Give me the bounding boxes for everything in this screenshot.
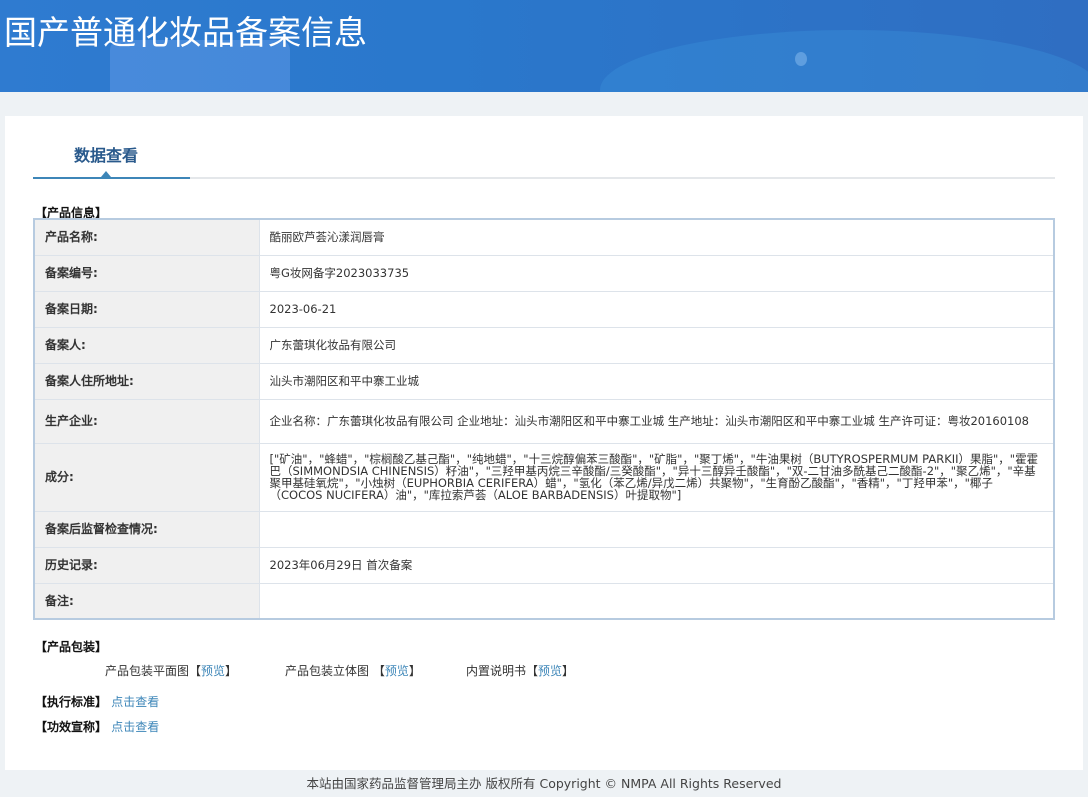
row-value	[258, 510, 1055, 548]
row-label: 备案人:	[33, 326, 260, 364]
section-standard: 【执行标准】 点击查看	[35, 693, 159, 710]
row-value	[258, 582, 1055, 620]
content-panel: 数据查看 【产品信息】 产品名称: 酷丽欧芦荟沁漾润唇膏 备案编号: 粤G妆网备字20…	[5, 116, 1083, 770]
product-info-table: 产品名称: 酷丽欧芦荟沁漾润唇膏 备案编号: 粤G妆网备字2023033735 备案日期…	[33, 218, 1055, 620]
table-row: 备案人住所地址: 汕头市潮阳区和平中寨工业城	[33, 362, 1055, 400]
table-row: 备注:	[33, 582, 1055, 620]
row-label: 成分:	[33, 442, 260, 512]
row-value: 2023-06-21	[258, 290, 1055, 328]
efficacy-label: 【功效宣称】	[35, 720, 108, 734]
page-header: 国产普通化妆品备案信息	[0, 0, 1088, 92]
page-title: 国产普通化妆品备案信息	[4, 13, 367, 52]
footer: 本站由国家药品监督管理局主办 版权所有 Copyright © NMPA All…	[306, 776, 782, 791]
row-value: 酷丽欧芦荟沁漾润唇膏	[258, 218, 1055, 256]
package-flat-item: 产品包装平面图【预览】	[105, 662, 237, 679]
section-packaging: 【产品包装】	[35, 640, 108, 654]
table-row: 历史记录: 2023年06月29日 首次备案	[33, 546, 1055, 584]
bracket: 【	[372, 664, 385, 678]
table-row: 备案人: 广东蕾琪化妆品有限公司	[33, 326, 1055, 364]
package-flat-label: 产品包装平面图	[105, 664, 190, 678]
package-3d-item: 产品包装立体图 【预览】	[285, 662, 421, 679]
row-value: 广东蕾琪化妆品有限公司	[258, 326, 1055, 364]
row-label: 备案编号:	[33, 254, 260, 292]
row-label: 备注:	[33, 582, 260, 620]
manual-item: 内置说明书【预览】	[466, 662, 574, 679]
table-row: 备案后监督检查情况:	[33, 510, 1055, 548]
table-row: 备案日期: 2023-06-21	[33, 290, 1055, 328]
row-label: 生产企业:	[33, 398, 260, 444]
header-decoration	[600, 30, 1088, 92]
row-label: 备案人住所地址:	[33, 362, 260, 400]
table-row: 备案编号: 粤G妆网备字2023033735	[33, 254, 1055, 292]
row-label: 备案后监督检查情况:	[33, 510, 260, 548]
header-decoration	[795, 52, 807, 66]
bracket: 【	[189, 664, 202, 678]
bracket: 】	[225, 664, 238, 678]
row-label: 产品名称:	[33, 218, 260, 256]
package-flat-preview-link[interactable]: 预览	[201, 664, 225, 678]
tab-data-view[interactable]: 数据查看	[74, 142, 138, 166]
row-value: 2023年06月29日 首次备案	[258, 546, 1055, 584]
bracket: 】	[408, 664, 421, 678]
manual-preview-link[interactable]: 预览	[538, 664, 562, 678]
package-3d-label: 产品包装立体图	[285, 664, 373, 678]
row-label: 备案日期:	[33, 290, 260, 328]
table-row: 成分: ["矿油"，"蜂蜡"，"棕榈酸乙基己酯"，"纯地蜡"，"十三烷醇偏苯三酸酯…	[33, 442, 1055, 512]
row-label: 历史记录:	[33, 546, 260, 584]
tab-active-indicator	[33, 177, 190, 179]
standard-view-link[interactable]: 点击查看	[111, 695, 159, 709]
package-3d-preview-link[interactable]: 预览	[385, 664, 409, 678]
section-efficacy: 【功效宣称】 点击查看	[35, 718, 159, 735]
row-value: 企业名称：广东蕾琪化妆品有限公司 企业地址：汕头市潮阳区和平中寨工业城 生产地址…	[258, 398, 1055, 444]
row-value: ["矿油"，"蜂蜡"，"棕榈酸乙基己酯"，"纯地蜡"，"十三烷醇偏苯三酸酯"，"…	[258, 442, 1055, 512]
table-row: 生产企业: 企业名称：广东蕾琪化妆品有限公司 企业地址：汕头市潮阳区和平中寨工业城…	[33, 398, 1055, 444]
bracket: 【	[526, 664, 539, 678]
tab-arrow-icon	[101, 171, 111, 177]
bracket: 】	[562, 664, 575, 678]
manual-label: 内置说明书	[466, 664, 527, 678]
table-row: 产品名称: 酷丽欧芦荟沁漾润唇膏	[33, 218, 1055, 256]
efficacy-view-link[interactable]: 点击查看	[111, 720, 159, 734]
row-value: 汕头市潮阳区和平中寨工业城	[258, 362, 1055, 400]
standard-label: 【执行标准】	[35, 695, 108, 709]
row-value: 粤G妆网备字2023033735	[258, 254, 1055, 292]
